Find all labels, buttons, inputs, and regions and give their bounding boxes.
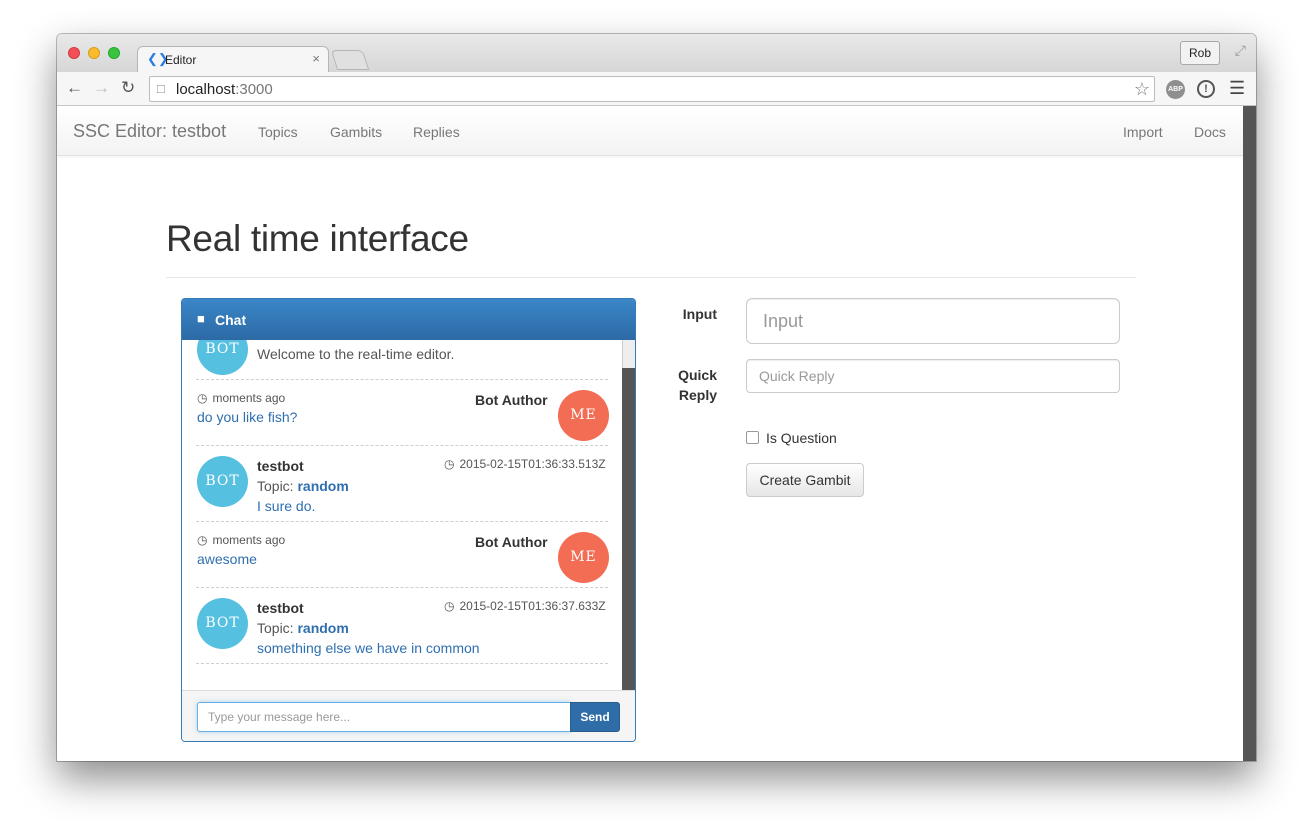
nav-replies[interactable]: Replies (413, 124, 460, 140)
message-time: ◷ 2015-02-15T01:36:37.633Z (444, 599, 606, 613)
me-avatar: ME (558, 390, 609, 441)
chat-message-input[interactable] (197, 702, 571, 732)
chat-panel-heading: ■ Chat (182, 299, 635, 340)
browser-toolbar: ← → ↻ □ localhost:3000 ☆ ABP ! ☰ (57, 72, 1256, 106)
topic-link[interactable]: random (297, 478, 348, 494)
new-tab-button[interactable] (330, 50, 370, 70)
browser-tab-editor[interactable]: ❮❯ Editor × (137, 46, 329, 72)
message-text: do you like fish? (197, 409, 298, 425)
chat-messages[interactable]: BOT Welcome to the real-time editor. ◷ mo… (182, 340, 635, 690)
bot-avatar: BOT (197, 456, 248, 507)
nav-gambits[interactable]: Gambits (330, 124, 382, 140)
quick-reply-label: Quick Reply (678, 367, 717, 403)
is-question-label[interactable]: Is Question (766, 430, 837, 446)
navbar-brand[interactable]: SSC Editor: testbot (73, 121, 226, 142)
tab-close-icon[interactable]: × (312, 52, 320, 66)
create-gambit-button[interactable]: Create Gambit (746, 463, 864, 497)
clock-icon: ◷ (444, 599, 455, 613)
chat-panel: ■ Chat BOT Welcome to the real-time edit… (181, 298, 636, 742)
message-divider (196, 445, 608, 446)
message-text: awesome (197, 551, 257, 567)
message-time: ◷ moments ago (197, 533, 286, 547)
minimize-window-button[interactable] (88, 47, 100, 59)
page-divider (166, 277, 1136, 278)
topic-link[interactable]: random (297, 620, 348, 636)
message-time: ◷ moments ago (197, 391, 286, 405)
nav-import[interactable]: Import (1123, 124, 1163, 140)
me-avatar: ME (558, 532, 609, 583)
message-text: something else we have in common (257, 640, 480, 656)
page-icon: □ (157, 81, 165, 96)
message-author: testbot (257, 458, 304, 474)
address-bar[interactable]: □ localhost:3000 ☆ (149, 76, 1155, 102)
title-bar: ❮❯ Editor × Rob ⤢ (57, 34, 1256, 72)
message-divider (196, 587, 608, 588)
quick-reply-field[interactable] (746, 359, 1120, 393)
page-title: Real time interface (166, 218, 469, 259)
browser-menu-icon[interactable]: ☰ (1229, 78, 1245, 98)
message-text: I sure do. (257, 498, 316, 514)
is-question-checkbox[interactable] (746, 431, 759, 444)
nav-topics[interactable]: Topics (258, 124, 298, 140)
page-viewport: SSC Editor: testbot Topics Gambits Repli… (57, 106, 1243, 761)
bookmark-star-icon[interactable]: ☆ (1134, 79, 1150, 99)
extension-info-icon[interactable]: ! (1197, 80, 1215, 98)
fullscreen-icon[interactable]: ⤢ (1235, 42, 1246, 59)
clock-icon: ◷ (197, 391, 208, 405)
chat-panel-title: Chat (215, 312, 247, 328)
bot-avatar: BOT (197, 340, 248, 375)
message-author: testbot (257, 600, 304, 616)
message-divider (196, 379, 608, 380)
adblock-extension-icon[interactable]: ABP (1166, 80, 1185, 99)
chat-panel-footer: Send (182, 690, 635, 741)
navbar: SSC Editor: testbot Topics Gambits Repli… (57, 106, 1243, 156)
zoom-window-button[interactable] (108, 47, 120, 59)
input-label: Input (682, 306, 717, 322)
message-author: Bot Author (475, 534, 548, 550)
url-text: localhost:3000 (176, 81, 273, 98)
message-time: ◷ 2015-02-15T01:36:33.513Z (444, 457, 606, 471)
message-divider (196, 521, 608, 522)
forward-icon[interactable]: → (93, 78, 110, 98)
chat-scrollbar-track-top (622, 340, 635, 368)
input-field[interactable] (746, 298, 1120, 344)
message-author: Bot Author (475, 392, 548, 408)
message-topic: Topic: random (257, 478, 349, 494)
chat-bubble-icon: ■ (197, 311, 205, 326)
message-divider (196, 663, 608, 664)
clock-icon: ◷ (444, 457, 455, 471)
message-topic: Topic: random (257, 620, 349, 636)
profile-button[interactable]: Rob (1179, 41, 1220, 65)
send-button[interactable]: Send (570, 702, 620, 732)
message-text: Welcome to the real-time editor. (257, 346, 455, 362)
tab-title: Editor (165, 53, 197, 67)
reload-icon[interactable]: ↻ (121, 78, 135, 98)
back-icon[interactable]: ← (66, 78, 83, 98)
clock-icon: ◷ (197, 533, 208, 547)
browser-window: ❮❯ Editor × Rob ⤢ ← → ↻ □ localhost:3000… (57, 34, 1256, 761)
bot-avatar: BOT (197, 598, 248, 649)
nav-docs[interactable]: Docs (1194, 124, 1226, 140)
page-scrollbar[interactable] (1243, 106, 1256, 761)
close-window-button[interactable] (68, 47, 80, 59)
chat-scrollbar[interactable] (622, 340, 635, 690)
